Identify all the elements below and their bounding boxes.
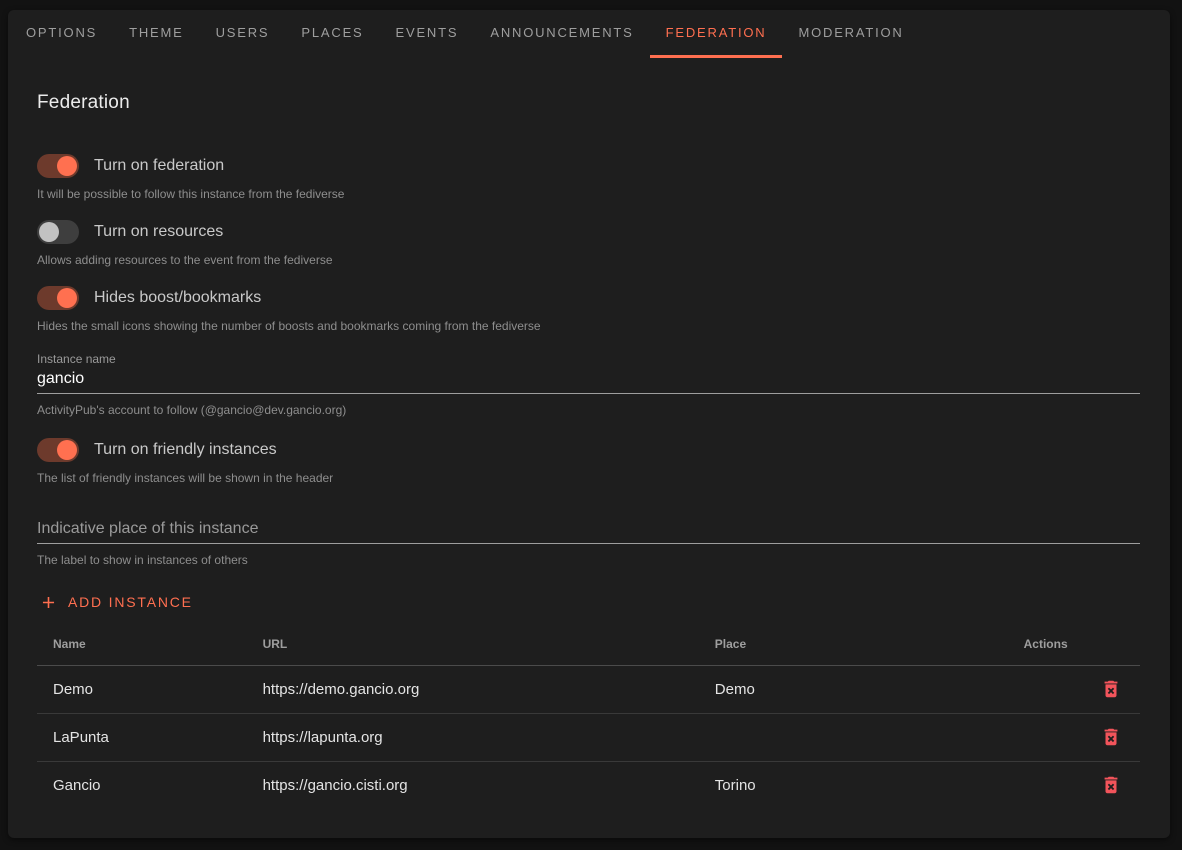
tab-options[interactable]: OPTIONS	[10, 10, 113, 58]
table-row: Gancio https://gancio.cisti.org Torino	[37, 762, 1140, 810]
cell-url: https://lapunta.org	[247, 714, 699, 762]
plus-icon	[39, 593, 68, 612]
tab-events[interactable]: EVENTS	[380, 10, 475, 58]
resources-switch[interactable]	[37, 220, 79, 244]
col-header-actions: Actions	[1008, 623, 1140, 666]
federation-switch[interactable]	[37, 154, 79, 178]
cell-name: Gancio	[37, 762, 247, 810]
tab-users[interactable]: USERS	[200, 10, 286, 58]
col-header-place: Place	[699, 623, 1008, 666]
friendly-instances-hint: The list of friendly instances will be s…	[37, 470, 1140, 486]
friendly-instances-table: Name URL Place Actions Demo https://demo…	[37, 623, 1140, 810]
instance-place-hint: The label to show in instances of others	[37, 552, 1140, 568]
setting-hide-boosts: Hides boost/bookmarks Hides the small ic…	[37, 286, 1140, 334]
federation-settings: Federation Turn on federation It will be…	[8, 90, 1170, 810]
page-title: Federation	[37, 90, 1140, 116]
federation-hint: It will be possible to follow this insta…	[37, 186, 1140, 202]
instance-name-field-group: Instance name ActivityPub's account to f…	[37, 352, 1140, 418]
instance-place-field-group: The label to show in instances of others	[37, 518, 1140, 568]
federation-switch-label: Turn on federation	[94, 157, 224, 175]
delete-instance-button[interactable]	[1098, 772, 1124, 798]
table-row: Demo https://demo.gancio.org Demo	[37, 666, 1140, 714]
cell-place: Torino	[699, 762, 1008, 810]
instance-name-input[interactable]	[37, 368, 1140, 394]
tab-moderation[interactable]: MODERATION	[782, 10, 919, 58]
friendly-instances-switch-label: Turn on friendly instances	[94, 441, 277, 459]
admin-tabs: OPTIONS THEME USERS PLACES EVENTS ANNOUN…	[8, 10, 1170, 58]
hide-boosts-hint: Hides the small icons showing the number…	[37, 318, 1140, 334]
cell-place	[699, 714, 1008, 762]
setting-friendly-instances: Turn on friendly instances The list of f…	[37, 438, 1140, 486]
table-row: LaPunta https://lapunta.org	[37, 714, 1140, 762]
cell-name: Demo	[37, 666, 247, 714]
resources-switch-label: Turn on resources	[94, 223, 223, 241]
cell-place: Demo	[699, 666, 1008, 714]
delete-instance-button[interactable]	[1098, 676, 1124, 702]
admin-panel-card: OPTIONS THEME USERS PLACES EVENTS ANNOUN…	[8, 10, 1170, 838]
switch-thumb	[57, 288, 77, 308]
switch-thumb	[57, 156, 77, 176]
hide-boosts-switch[interactable]	[37, 286, 79, 310]
tab-federation[interactable]: FEDERATION	[650, 10, 783, 58]
delete-instance-button[interactable]	[1098, 724, 1124, 750]
friendly-instances-switch[interactable]	[37, 438, 79, 462]
table-header-row: Name URL Place Actions	[37, 623, 1140, 666]
cell-url: https://demo.gancio.org	[247, 666, 699, 714]
setting-federation: Turn on federation It will be possible t…	[37, 154, 1140, 202]
hide-boosts-switch-label: Hides boost/bookmarks	[94, 289, 261, 307]
switch-thumb	[39, 222, 59, 242]
trash-delete-forever-icon	[1100, 784, 1122, 799]
col-header-name: Name	[37, 623, 247, 666]
tab-places[interactable]: PLACES	[285, 10, 379, 58]
cell-url: https://gancio.cisti.org	[247, 762, 699, 810]
instance-name-label: Instance name	[37, 352, 1140, 366]
instance-name-hint: ActivityPub's account to follow (@gancio…	[37, 402, 1140, 418]
trash-delete-forever-icon	[1100, 688, 1122, 703]
setting-resources: Turn on resources Allows adding resource…	[37, 220, 1140, 268]
trash-delete-forever-icon	[1100, 736, 1122, 751]
resources-hint: Allows adding resources to the event fro…	[37, 252, 1140, 268]
switch-thumb	[57, 440, 77, 460]
tab-announcements[interactable]: ANNOUNCEMENTS	[474, 10, 649, 58]
cell-name: LaPunta	[37, 714, 247, 762]
col-header-url: URL	[247, 623, 699, 666]
tab-theme[interactable]: THEME	[113, 10, 200, 58]
add-instance-button[interactable]: ADD INSTANCE	[37, 588, 201, 616]
instance-place-input[interactable]	[37, 518, 1140, 544]
add-instance-label: ADD INSTANCE	[68, 594, 193, 610]
